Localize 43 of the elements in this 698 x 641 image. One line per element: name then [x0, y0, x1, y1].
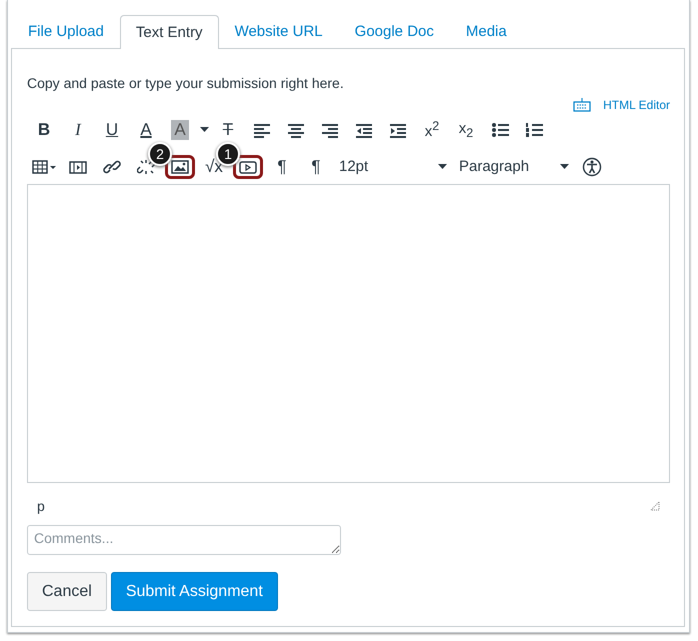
- caret-icon: [560, 164, 569, 169]
- align-right-icon: [321, 122, 339, 138]
- keyboard-icon: [573, 98, 592, 112]
- comments-field[interactable]: Comments...: [27, 525, 341, 555]
- script-button[interactable]: x$^{2}$: [415, 118, 449, 142]
- caret-icon: [200, 127, 208, 132]
- numbered-list-icon: [525, 122, 543, 138]
- video-icon: [239, 158, 257, 174]
- script-button[interactable]: x$_{2}$: [449, 118, 483, 142]
- dropdown[interactable]: 12pt: [333, 152, 453, 180]
- resize-handle-icon[interactable]: [650, 501, 660, 511]
- left-to-right-button[interactable]: ¶: [265, 154, 299, 178]
- image-icon: [171, 158, 189, 174]
- align-center-icon: [287, 122, 305, 138]
- submit-button[interactable]: Submit Assignment: [110, 572, 278, 611]
- link-icon: [103, 158, 121, 174]
- text-color-button[interactable]: A: [129, 118, 163, 142]
- unlink-icon: [137, 158, 155, 174]
- callout-tooltip: 2: [148, 142, 172, 166]
- tab[interactable]: Website URL: [218, 14, 339, 48]
- tab[interactable]: File Upload: [12, 14, 120, 48]
- element-path: p: [37, 498, 45, 514]
- strikethrough-button[interactable]: T: [211, 118, 245, 142]
- right-to-left-button[interactable]: ¶: [299, 154, 333, 178]
- html-editor-link[interactable]: HTML Editor: [603, 98, 670, 112]
- bulleted-list-icon: [491, 122, 509, 138]
- tab[interactable]: Google Doc: [338, 14, 450, 48]
- film-icon: [69, 158, 87, 174]
- dropdown[interactable]: Paragraph: [453, 152, 575, 180]
- outdent-icon: [355, 122, 373, 138]
- accessibility-icon: [582, 156, 602, 176]
- align-left-icon: [253, 122, 271, 138]
- caret-icon: [438, 164, 447, 169]
- tab[interactable]: Text Entry: [120, 15, 219, 49]
- underline-button[interactable]: U: [95, 118, 129, 142]
- bold-button[interactable]: B: [27, 118, 61, 142]
- instructions-text: Copy and paste or type your submission right here.: [27, 75, 345, 91]
- italic-button[interactable]: I: [61, 118, 95, 142]
- table-icon: [32, 158, 56, 174]
- tab[interactable]: Media: [450, 14, 523, 48]
- indent-icon: [389, 122, 407, 138]
- cancel-button[interactable]: Cancel: [27, 572, 107, 611]
- background-color-button[interactable]: A: [163, 118, 197, 142]
